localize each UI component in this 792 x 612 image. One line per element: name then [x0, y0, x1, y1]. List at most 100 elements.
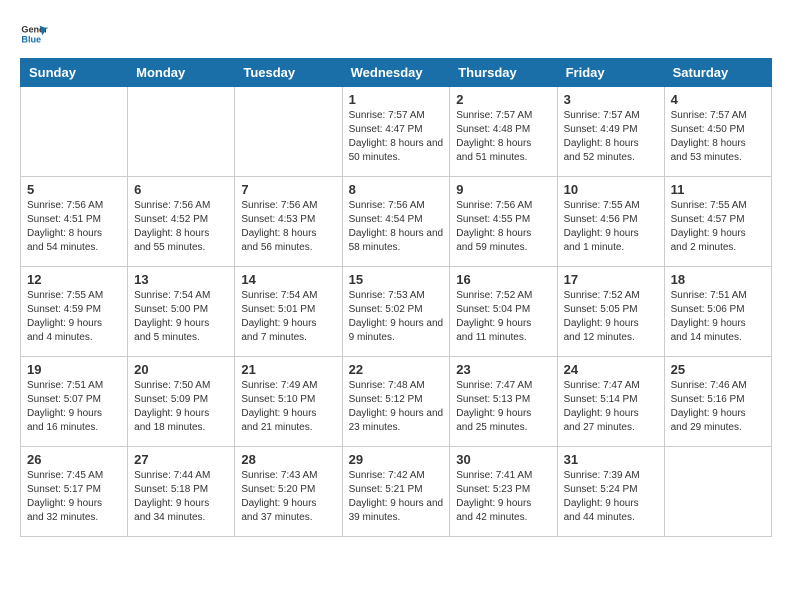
day-cell-31: 31Sunrise: 7:39 AM Sunset: 5:24 PM Dayli…: [557, 447, 664, 537]
day-detail: Sunrise: 7:41 AM Sunset: 5:23 PM Dayligh…: [456, 469, 550, 525]
day-cell-9: 9Sunrise: 7:56 AM Sunset: 4:55 PM Daylig…: [450, 177, 557, 267]
day-cell-21: 21Sunrise: 7:49 AM Sunset: 5:10 PM Dayli…: [235, 357, 342, 447]
day-detail: Sunrise: 7:52 AM Sunset: 5:04 PM Dayligh…: [456, 289, 550, 345]
day-detail: Sunrise: 7:45 AM Sunset: 5:17 PM Dayligh…: [27, 469, 121, 525]
weekday-header-tuesday: Tuesday: [235, 59, 342, 87]
day-detail: Sunrise: 7:55 AM Sunset: 4:59 PM Dayligh…: [27, 289, 121, 345]
day-number: 21: [241, 362, 335, 377]
day-detail: Sunrise: 7:42 AM Sunset: 5:21 PM Dayligh…: [349, 469, 444, 525]
weekday-header-sunday: Sunday: [21, 59, 128, 87]
weekday-header-friday: Friday: [557, 59, 664, 87]
day-cell-12: 12 Sunrise: 7:55 AM Sunset: 4:59 PM Dayli…: [21, 267, 128, 357]
day-number: 5: [27, 182, 121, 197]
day-cell-15: 15 Sunrise: 7:53 AM Sunset: 5:02 PM Dayli…: [342, 267, 450, 357]
day-cell-10: 10 Sunrise: 7:55 AM Sunset: 4:56 PM Dayli…: [557, 177, 664, 267]
day-cell-19: 19Sunrise: 7:51 AM Sunset: 5:07 PM Dayli…: [21, 357, 128, 447]
day-number: 11: [671, 182, 765, 197]
day-cell-13: 13Sunrise: 7:54 AM Sunset: 5:00 PM Dayli…: [128, 267, 235, 357]
svg-text:Blue: Blue: [21, 34, 41, 44]
day-cell-29: 29Sunrise: 7:42 AM Sunset: 5:21 PM Dayli…: [342, 447, 450, 537]
weekday-header-row: SundayMondayTuesdayWednesdayThursdayFrid…: [21, 59, 772, 87]
day-detail: Sunrise: 7:48 AM Sunset: 5:12 PM Dayligh…: [349, 379, 444, 435]
day-detail: Sunrise: 7:56 AM Sunset: 4:55 PM Dayligh…: [456, 199, 550, 255]
day-cell-1: 1 Sunrise: 7:57 AM Sunset: 4:47 PM Daylig…: [342, 87, 450, 177]
day-number: 3: [564, 92, 658, 107]
day-number: 19: [27, 362, 121, 377]
day-detail: Sunrise: 7:56 AM Sunset: 4:52 PM Dayligh…: [134, 199, 228, 255]
day-detail: Sunrise: 7:51 AM Sunset: 5:06 PM Dayligh…: [671, 289, 765, 345]
day-detail: Sunrise: 7:57 AM Sunset: 4:50 PM Dayligh…: [671, 109, 765, 165]
week-row-4: 19Sunrise: 7:51 AM Sunset: 5:07 PM Dayli…: [21, 357, 772, 447]
day-number: 24: [564, 362, 658, 377]
weekday-header-thursday: Thursday: [450, 59, 557, 87]
day-detail: Sunrise: 7:55 AM Sunset: 4:57 PM Dayligh…: [671, 199, 765, 255]
day-number: 20: [134, 362, 228, 377]
day-cell-7: 7Sunrise: 7:56 AM Sunset: 4:53 PM Daylig…: [235, 177, 342, 267]
day-detail: Sunrise: 7:57 AM Sunset: 4:49 PM Dayligh…: [564, 109, 658, 165]
weekday-header-saturday: Saturday: [664, 59, 771, 87]
day-cell-8: 8Sunrise: 7:56 AM Sunset: 4:54 PM Daylig…: [342, 177, 450, 267]
day-cell-25: 25 Sunrise: 7:46 AM Sunset: 5:16 PM Dayli…: [664, 357, 771, 447]
day-cell-16: 16Sunrise: 7:52 AM Sunset: 5:04 PM Dayli…: [450, 267, 557, 357]
day-detail: Sunrise: 7:56 AM Sunset: 4:51 PM Dayligh…: [27, 199, 121, 255]
day-cell-11: 11 Sunrise: 7:55 AM Sunset: 4:57 PM Dayli…: [664, 177, 771, 267]
day-detail: Sunrise: 7:57 AM Sunset: 4:47 PM Dayligh…: [349, 109, 444, 165]
day-number: 23: [456, 362, 550, 377]
day-cell-24: 24 Sunrise: 7:47 AM Sunset: 5:14 PM Dayli…: [557, 357, 664, 447]
header: General Blue: [20, 20, 772, 48]
logo: General Blue: [20, 20, 48, 48]
day-cell-30: 30 Sunrise: 7:41 AM Sunset: 5:23 PM Dayli…: [450, 447, 557, 537]
day-number: 6: [134, 182, 228, 197]
day-detail: Sunrise: 7:44 AM Sunset: 5:18 PM Dayligh…: [134, 469, 228, 525]
day-cell-6: 6 Sunrise: 7:56 AM Sunset: 4:52 PM Daylig…: [128, 177, 235, 267]
day-detail: Sunrise: 7:55 AM Sunset: 4:56 PM Dayligh…: [564, 199, 658, 255]
day-cell-27: 27 Sunrise: 7:44 AM Sunset: 5:18 PM Dayli…: [128, 447, 235, 537]
day-number: 8: [349, 182, 444, 197]
day-number: 18: [671, 272, 765, 287]
day-detail: Sunrise: 7:46 AM Sunset: 5:16 PM Dayligh…: [671, 379, 765, 435]
day-detail: Sunrise: 7:43 AM Sunset: 5:20 PM Dayligh…: [241, 469, 335, 525]
day-cell-17: 17Sunrise: 7:52 AM Sunset: 5:05 PM Dayli…: [557, 267, 664, 357]
day-number: 30: [456, 452, 550, 467]
day-cell-18: 18 Sunrise: 7:51 AM Sunset: 5:06 PM Dayli…: [664, 267, 771, 357]
day-number: 22: [349, 362, 444, 377]
day-detail: Sunrise: 7:47 AM Sunset: 5:14 PM Dayligh…: [564, 379, 658, 435]
day-cell-5: 5 Sunrise: 7:56 AM Sunset: 4:51 PM Daylig…: [21, 177, 128, 267]
day-number: 12: [27, 272, 121, 287]
day-detail: Sunrise: 7:53 AM Sunset: 5:02 PM Dayligh…: [349, 289, 444, 345]
day-number: 27: [134, 452, 228, 467]
calendar-table: SundayMondayTuesdayWednesdayThursdayFrid…: [20, 58, 772, 537]
day-number: 4: [671, 92, 765, 107]
day-number: 13: [134, 272, 228, 287]
day-cell-4: 4 Sunrise: 7:57 AM Sunset: 4:50 PM Daylig…: [664, 87, 771, 177]
day-number: 31: [564, 452, 658, 467]
week-row-3: 12 Sunrise: 7:55 AM Sunset: 4:59 PM Dayli…: [21, 267, 772, 357]
day-number: 26: [27, 452, 121, 467]
day-detail: Sunrise: 7:47 AM Sunset: 5:13 PM Dayligh…: [456, 379, 550, 435]
day-cell-14: 14Sunrise: 7:54 AM Sunset: 5:01 PM Dayli…: [235, 267, 342, 357]
weekday-header-monday: Monday: [128, 59, 235, 87]
day-number: 10: [564, 182, 658, 197]
day-number: 25: [671, 362, 765, 377]
day-cell-22: 22 Sunrise: 7:48 AM Sunset: 5:12 PM Dayli…: [342, 357, 450, 447]
week-row-2: 5 Sunrise: 7:56 AM Sunset: 4:51 PM Daylig…: [21, 177, 772, 267]
day-number: 14: [241, 272, 335, 287]
day-detail: Sunrise: 7:56 AM Sunset: 4:53 PM Dayligh…: [241, 199, 335, 255]
day-cell-3: 3 Sunrise: 7:57 AM Sunset: 4:49 PM Daylig…: [557, 87, 664, 177]
day-number: 28: [241, 452, 335, 467]
day-detail: Sunrise: 7:52 AM Sunset: 5:05 PM Dayligh…: [564, 289, 658, 345]
day-cell-28: 28 Sunrise: 7:43 AM Sunset: 5:20 PM Dayli…: [235, 447, 342, 537]
day-number: 15: [349, 272, 444, 287]
day-number: 2: [456, 92, 550, 107]
empty-cell: [664, 447, 771, 537]
day-detail: Sunrise: 7:50 AM Sunset: 5:09 PM Dayligh…: [134, 379, 228, 435]
empty-cell: [235, 87, 342, 177]
weekday-header-wednesday: Wednesday: [342, 59, 450, 87]
day-cell-20: 20 Sunrise: 7:50 AM Sunset: 5:09 PM Dayli…: [128, 357, 235, 447]
day-number: 1: [349, 92, 444, 107]
empty-cell: [128, 87, 235, 177]
logo-icon: General Blue: [20, 20, 48, 48]
day-cell-23: 23 Sunrise: 7:47 AM Sunset: 5:13 PM Dayli…: [450, 357, 557, 447]
week-row-1: 1 Sunrise: 7:57 AM Sunset: 4:47 PM Daylig…: [21, 87, 772, 177]
day-detail: Sunrise: 7:57 AM Sunset: 4:48 PM Dayligh…: [456, 109, 550, 165]
